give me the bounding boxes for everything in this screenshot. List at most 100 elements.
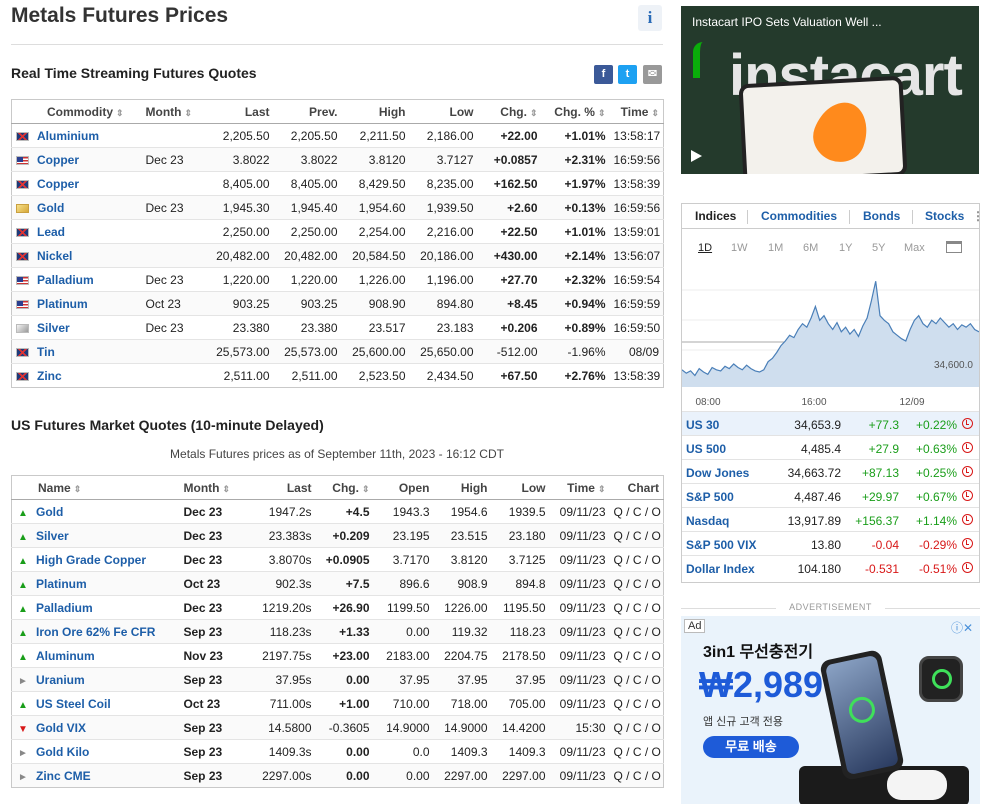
index-row[interactable]: Dow Jones 34,663.72 +87.13 +0.25% <box>682 459 979 483</box>
index-row[interactable]: S&P 500 VIX 13.80 -0.04 -0.29% <box>682 531 979 555</box>
table-row[interactable]: Palladium Dec 23 1,220.00 1,220.00 1,226.00 1… <box>11 267 664 292</box>
table-row[interactable]: Platinum Oct 23 903.25 903.25 908.90 894.80 +8… <box>11 291 664 316</box>
col-chgpct-header[interactable]: Chg. % ⇕ <box>541 99 610 124</box>
commodity-link[interactable]: Palladium <box>37 273 94 287</box>
chart-links[interactable]: Q / C / O <box>609 715 664 740</box>
index-row[interactable]: US 30 34,653.9 +77.3 +0.22% <box>682 411 979 435</box>
table-row[interactable]: ▲ Aluminum Nov 23 2197.75s +23.00 2183.00 2204… <box>11 643 664 668</box>
commodity-link[interactable]: Nickel <box>37 249 72 263</box>
index-name-link[interactable]: S&P 500 VIX <box>686 538 757 552</box>
table-row[interactable]: ▲ Silver Dec 23 23.383s +0.209 23.195 23.515 23… <box>11 523 664 548</box>
twitter-share-icon[interactable]: t <box>618 65 637 84</box>
index-name-link[interactable]: Dollar Index <box>686 562 755 576</box>
table-row[interactable]: ► Gold Kilo Sep 23 1409.3s 0.00 0.0 1409.3 1409… <box>11 739 664 764</box>
sort-icon[interactable]: ⇕ <box>362 484 370 494</box>
col-chg-header[interactable]: Chg. ⇕ <box>315 475 374 500</box>
commodity-link[interactable]: Copper <box>37 177 79 191</box>
col-month-header[interactable]: Month ⇕ <box>179 475 248 500</box>
range-max[interactable]: Max <box>904 242 925 254</box>
tab-bonds[interactable]: Bonds <box>863 209 900 223</box>
table-row[interactable]: ▲ Iron Ore 62% Fe CFR Sep 23 118.23s +1.33 0.… <box>11 619 664 644</box>
chart-links[interactable]: Q / C / O <box>609 571 664 596</box>
chart-links[interactable]: Q / C / O <box>609 643 664 668</box>
commodity-link[interactable]: Gold <box>37 201 64 215</box>
table-row[interactable]: Lead 2,250.00 2,250.00 2,254.00 2,216.00 +22.… <box>11 219 664 244</box>
chart-links[interactable]: Q / C / O <box>609 595 664 620</box>
table-row[interactable]: Silver Dec 23 23.380 23.380 23.517 23.183 +0.2… <box>11 315 664 340</box>
table-row[interactable]: ► Zinc CME Sep 23 2297.00s 0.00 0.00 2297.00 22… <box>11 763 664 788</box>
index-name-link[interactable]: Nasdaq <box>686 514 729 528</box>
table-row[interactable]: ▲ High Grade Copper Dec 23 3.8070s +0.0905 3.… <box>11 547 664 572</box>
col-high-header[interactable]: High <box>433 475 492 500</box>
chart-links[interactable]: Q / C / O <box>609 499 664 524</box>
chart-links[interactable]: Q / C / O <box>609 739 664 764</box>
col-commodity-header[interactable]: Commodity ⇕ <box>11 99 142 124</box>
contract-link[interactable]: Gold <box>36 505 63 519</box>
sort-icon[interactable]: ⇕ <box>598 108 606 118</box>
commodity-link[interactable]: Copper <box>37 153 79 167</box>
email-share-icon[interactable]: ✉ <box>643 65 662 84</box>
sort-icon[interactable]: ⇕ <box>651 108 659 118</box>
col-name-header[interactable]: Name ⇕ <box>11 475 180 500</box>
index-row[interactable]: S&P 500 4,487.46 +29.97 +0.67% <box>682 483 979 507</box>
index-name-link[interactable]: US 500 <box>686 442 726 456</box>
play-icon[interactable] <box>691 150 702 162</box>
tab-stocks[interactable]: Stocks <box>925 209 964 223</box>
ad-banner[interactable]: Ad ⓘ✕ 3in1 무선충전기 ₩2,989 앱 신규 고객 전용 무료 배송 <box>681 616 980 804</box>
index-name-link[interactable]: US 30 <box>686 418 719 432</box>
contract-link[interactable]: Silver <box>36 529 69 543</box>
chart-links[interactable]: Q / C / O <box>609 547 664 572</box>
sort-icon[interactable]: ⇕ <box>184 108 192 118</box>
table-row[interactable]: Tin 25,573.00 25,573.00 25,600.00 25,650.00-… <box>11 339 664 364</box>
table-row[interactable]: ▲ US Steel Coil Oct 23 711.00s +1.00 710.00 71… <box>11 691 664 716</box>
commodity-link[interactable]: Zinc <box>37 369 62 383</box>
chart-links[interactable]: Q / C / O <box>609 763 664 788</box>
commodity-link[interactable]: Tin <box>37 345 55 359</box>
contract-link[interactable]: Uranium <box>36 673 85 687</box>
ad-close-icon[interactable]: ⓘ✕ <box>951 619 973 636</box>
index-name-link[interactable]: Dow Jones <box>686 466 749 480</box>
col-open-header[interactable]: Open <box>373 475 434 500</box>
sort-icon[interactable]: ⇕ <box>116 108 124 118</box>
contract-link[interactable]: Aluminum <box>36 649 95 663</box>
commodity-link[interactable]: Aluminium <box>37 129 99 143</box>
table-row[interactable]: Aluminium 2,205.50 2,205.50 2,211.50 2,186.0… <box>11 123 664 148</box>
contract-link[interactable]: Platinum <box>36 577 87 591</box>
index-name-link[interactable]: S&P 500 <box>686 490 734 504</box>
sort-icon[interactable]: ⇕ <box>598 484 606 494</box>
col-chg-header[interactable]: Chg. ⇕ <box>477 99 542 124</box>
table-row[interactable]: ▲ Gold Dec 23 1947.2s +4.5 1943.3 1954.6 1939.5… <box>11 499 664 524</box>
table-row[interactable]: Nickel 20,482.00 20,482.00 20,584.50 20,186.… <box>11 243 664 268</box>
ad-cta-button[interactable]: 무료 배송 <box>703 736 799 758</box>
info-icon[interactable]: i <box>638 5 662 31</box>
col-low-header[interactable]: Low <box>491 475 550 500</box>
index-row[interactable]: Dollar Index 104.180 -0.531 -0.51% <box>682 555 979 579</box>
index-row[interactable]: US 500 4,485.4 +27.9 +0.63% <box>682 435 979 459</box>
chart-links[interactable]: Q / C / O <box>609 523 664 548</box>
contract-link[interactable]: Gold Kilo <box>36 745 89 759</box>
commodity-link[interactable]: Silver <box>37 321 70 335</box>
col-low-header[interactable]: Low <box>409 99 478 124</box>
table-row[interactable]: Copper Dec 23 3.8022 3.8022 3.8120 3.7127 +0.0… <box>11 147 664 172</box>
contract-link[interactable]: High Grade Copper <box>36 553 146 567</box>
range-6m[interactable]: 6M <box>803 242 818 254</box>
col-time-header[interactable]: Time ⇕ <box>549 475 610 500</box>
commodity-link[interactable]: Lead <box>37 225 65 239</box>
chart-links[interactable]: Q / C / O <box>609 691 664 716</box>
sort-icon[interactable]: ⇕ <box>222 484 230 494</box>
table-row[interactable]: ▲ Platinum Oct 23 902.3s +7.5 896.6 908.9 894.8… <box>11 571 664 596</box>
tab-commodities[interactable]: Commodities <box>761 209 837 223</box>
table-row[interactable]: Copper 8,405.00 8,405.00 8,429.50 8,235.00 +1… <box>11 171 664 196</box>
contract-link[interactable]: Iron Ore 62% Fe CFR <box>36 625 155 639</box>
contract-link[interactable]: Gold VIX <box>36 721 86 735</box>
sort-icon[interactable]: ⇕ <box>530 108 538 118</box>
commodity-link[interactable]: Platinum <box>37 297 88 311</box>
more-tabs-icon[interactable]: ⋮ <box>972 209 984 223</box>
expand-chart-icon[interactable] <box>946 241 962 253</box>
table-row[interactable]: ▼ Gold VIX Sep 23 14.5800 -0.3605 14.9000 14.9… <box>11 715 664 740</box>
chart-links[interactable]: Q / C / O <box>609 667 664 692</box>
contract-link[interactable]: Zinc CME <box>36 769 91 783</box>
range-1d[interactable]: 1D <box>698 242 712 254</box>
col-time-header[interactable]: Time ⇕ <box>609 99 664 124</box>
sort-icon[interactable]: ⇕ <box>74 484 82 494</box>
